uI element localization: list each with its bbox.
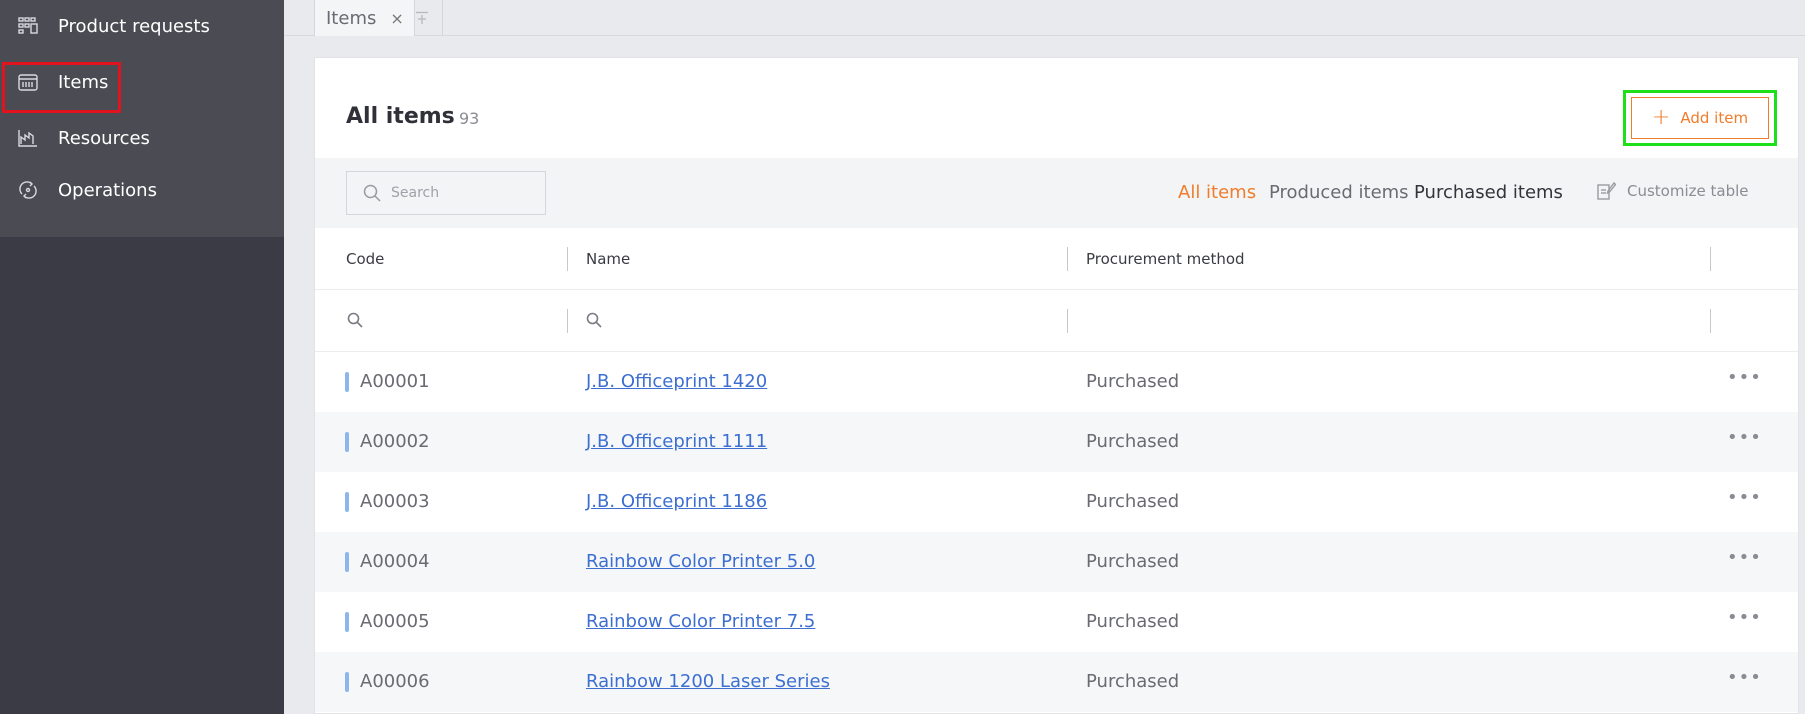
table-row[interactable]: A00001 J.B. Officeprint 1420 Purchased •… <box>315 352 1798 412</box>
column-filter-row <box>315 290 1798 352</box>
more-options-icon[interactable]: ••• <box>1727 367 1762 388</box>
customize-table-button[interactable]: Customize table <box>1596 181 1749 201</box>
resources-icon <box>17 127 39 149</box>
item-name-link[interactable]: Rainbow Color Printer 5.0 <box>586 551 815 572</box>
column-header-name[interactable]: Name <box>586 250 630 268</box>
table-toolbar: Search All items Produced items Purchase… <box>315 158 1798 228</box>
page-title: All items <box>346 104 455 129</box>
table-row[interactable]: A00002 J.B. Officeprint 1111 Purchased •… <box>315 412 1798 472</box>
column-divider[interactable] <box>1710 247 1711 271</box>
sidebar-item-label: Product requests <box>58 15 210 37</box>
cell-code: A00003 <box>360 491 430 512</box>
tab-bar: Items × <box>284 0 1805 36</box>
more-options-icon[interactable]: ••• <box>1727 427 1762 448</box>
table-row[interactable]: A00004 Rainbow Color Printer 5.0 Purchas… <box>315 532 1798 592</box>
cell-procurement-method: Purchased <box>1086 611 1180 632</box>
cell-procurement-method: Purchased <box>1086 491 1180 512</box>
table-body: A00001 J.B. Officeprint 1420 Purchased •… <box>315 352 1798 712</box>
more-options-icon[interactable]: ••• <box>1727 547 1762 568</box>
sidebar-item-label: Operations <box>58 179 157 201</box>
operations-icon <box>17 179 39 201</box>
cell-code: A00004 <box>360 551 430 572</box>
item-name-link[interactable]: Rainbow 1200 Laser Series <box>586 671 830 692</box>
table-row[interactable]: A00006 Rainbow 1200 Laser Series Purchas… <box>315 652 1798 712</box>
product-requests-icon <box>17 15 39 37</box>
tab-label: Items <box>326 7 377 29</box>
cell-procurement-method: Purchased <box>1086 431 1180 452</box>
column-divider[interactable] <box>1067 247 1068 271</box>
column-divider <box>1710 309 1711 333</box>
customize-table-label: Customize table <box>1627 182 1749 200</box>
row-marker <box>345 492 349 512</box>
column-divider <box>1067 309 1068 333</box>
new-tab-icon[interactable] <box>401 0 443 36</box>
filter-tab-purchased-items[interactable]: Purchased items <box>1414 182 1563 203</box>
more-options-icon[interactable]: ••• <box>1727 607 1762 628</box>
more-options-icon[interactable]: ••• <box>1727 667 1762 688</box>
cell-code: A00005 <box>360 611 430 632</box>
column-divider <box>567 309 568 333</box>
row-marker <box>345 612 349 632</box>
sidebar-item-label: Items <box>58 71 109 93</box>
add-item-button[interactable]: + Add item <box>1631 97 1769 139</box>
edit-table-icon <box>1597 181 1616 200</box>
item-name-link[interactable]: J.B. Officeprint 1186 <box>586 491 767 512</box>
tab-items[interactable]: Items × <box>314 0 415 36</box>
sidebar-item-product-requests[interactable]: Product requests <box>0 0 284 52</box>
sidebar-item-items[interactable]: Items <box>0 52 284 112</box>
table-header: Code Name Procurement method <box>315 228 1798 290</box>
sidebar-menu: Product requests Items Resources Operati… <box>0 0 284 237</box>
sidebar-item-operations[interactable]: Operations <box>0 164 284 216</box>
row-marker <box>345 432 349 452</box>
cell-procurement-method: Purchased <box>1086 551 1180 572</box>
plus-icon: + <box>1651 105 1671 130</box>
items-icon <box>17 71 39 93</box>
cell-procurement-method: Purchased <box>1086 371 1180 392</box>
cell-code: A00006 <box>360 671 430 692</box>
cell-procurement-method: Purchased <box>1086 671 1180 692</box>
cell-code: A00001 <box>360 371 430 392</box>
sidebar-item-resources[interactable]: Resources <box>0 112 284 164</box>
row-marker <box>345 672 349 692</box>
code-filter-search-icon[interactable] <box>347 312 363 328</box>
add-item-label: Add item <box>1680 109 1749 127</box>
row-marker <box>345 372 349 392</box>
item-name-link[interactable]: Rainbow Color Printer 7.5 <box>586 611 815 632</box>
column-header-code[interactable]: Code <box>346 250 384 268</box>
row-marker <box>345 552 349 572</box>
sidebar: Product requests Items Resources Operati… <box>0 0 284 714</box>
item-name-link[interactable]: J.B. Officeprint 1111 <box>586 431 767 452</box>
sidebar-item-label: Resources <box>58 127 150 149</box>
item-name-link[interactable]: J.B. Officeprint 1420 <box>586 371 767 392</box>
table-row[interactable]: A00005 Rainbow Color Printer 7.5 Purchas… <box>315 592 1798 652</box>
column-divider[interactable] <box>567 247 568 271</box>
card-header: All items 93 + Add item <box>315 58 1798 158</box>
search-input[interactable]: Search <box>346 171 546 215</box>
filter-tab-all-items[interactable]: All items <box>1178 182 1256 203</box>
filter-tab-produced-items[interactable]: Produced items <box>1269 182 1409 203</box>
items-card: All items 93 + Add item Search All items… <box>314 57 1799 714</box>
table-row[interactable]: A00003 J.B. Officeprint 1186 Purchased •… <box>315 472 1798 532</box>
cell-code: A00002 <box>360 431 430 452</box>
more-options-icon[interactable]: ••• <box>1727 487 1762 508</box>
item-count-badge: 93 <box>459 109 480 128</box>
column-header-procurement-method[interactable]: Procurement method <box>1086 250 1245 268</box>
name-filter-search-icon[interactable] <box>586 312 602 328</box>
search-placeholder: Search <box>391 185 440 201</box>
search-icon <box>363 184 381 202</box>
